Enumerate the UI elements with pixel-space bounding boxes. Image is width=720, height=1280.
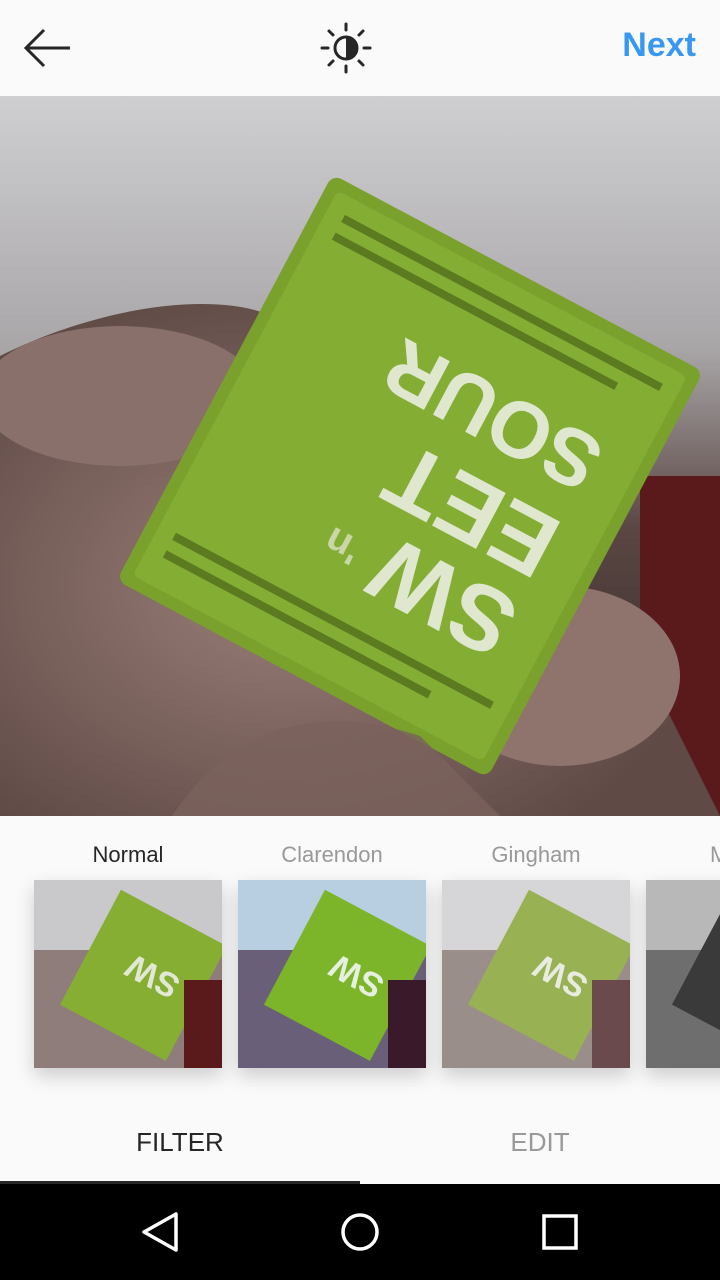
square-recents-icon[interactable] [536, 1208, 584, 1256]
photo-preview[interactable]: SW EET 'n SOUR [0, 96, 720, 816]
circle-home-icon[interactable] [336, 1208, 384, 1256]
system-navigation-bar [0, 1184, 720, 1280]
filter-strip: Normal SW Clarendon SW Gingham SW M [0, 816, 720, 1100]
filter-label: Normal [92, 842, 164, 867]
filter-thumbnail[interactable]: SW [442, 880, 630, 1068]
filter-label: M [710, 842, 720, 867]
top-bar: Next [0, 0, 720, 97]
back-arrow-icon[interactable] [22, 24, 74, 72]
filter-thumbnail[interactable] [646, 880, 720, 1068]
next-button[interactable]: Next [622, 26, 696, 65]
filter-label: Clarendon [281, 842, 383, 867]
photo-image: SW EET 'n SOUR [0, 96, 720, 816]
filter-edit-tabs: FILTER EDIT [0, 1100, 720, 1184]
filter-label: Gingham [491, 842, 581, 867]
triangle-back-icon[interactable] [136, 1208, 184, 1256]
lux-brightness-icon[interactable] [320, 22, 372, 74]
tab-filter[interactable]: FILTER [0, 1100, 360, 1184]
tab-edit[interactable]: EDIT [360, 1100, 720, 1184]
filter-thumbnail[interactable]: SW [34, 880, 222, 1068]
filter-thumbnail[interactable]: SW [238, 880, 426, 1068]
